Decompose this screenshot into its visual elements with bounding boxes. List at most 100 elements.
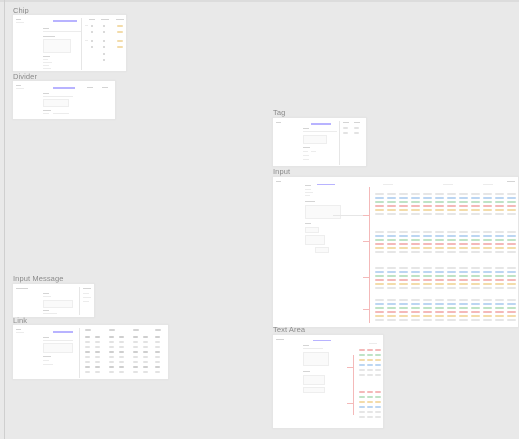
input-variant-cell <box>459 235 468 237</box>
text-area-section-label <box>303 345 309 346</box>
input-variant-cell <box>435 201 444 203</box>
input-variant-cell <box>483 267 492 269</box>
link-variant-cell <box>143 356 148 358</box>
input-variant-cell <box>507 299 516 301</box>
link-variant-cell <box>119 336 124 338</box>
text-area-variant-cell <box>367 406 373 408</box>
frame-chip[interactable] <box>12 14 127 72</box>
divider-desc-line <box>43 96 73 97</box>
input-variant-cell <box>483 275 492 277</box>
input-variant-cell <box>399 303 408 305</box>
input-prop-table <box>315 247 329 253</box>
input-variant-cell <box>447 267 456 269</box>
chip-prop-line <box>43 62 52 63</box>
divider-prop-line <box>53 113 69 114</box>
input-message-prop-label <box>43 310 49 311</box>
text-area-variant-cell <box>375 396 381 398</box>
chip-sample <box>117 46 123 48</box>
input-preview-box <box>305 205 341 219</box>
link-variant-cell <box>119 371 124 373</box>
input-variant-cell <box>483 201 492 203</box>
input-variant-cell <box>423 201 432 203</box>
input-variant-cell <box>399 311 408 313</box>
input-variant-cell <box>423 231 432 233</box>
frame-tag[interactable] <box>272 117 367 167</box>
input-variant-cell <box>459 303 468 305</box>
link-variant-cell <box>109 356 114 358</box>
frame-input-message[interactable] <box>12 283 95 318</box>
tag-prop-label <box>303 147 310 148</box>
input-variant-cell <box>471 275 480 277</box>
input-variant-cell <box>507 271 516 273</box>
input-variant-cell <box>387 299 396 301</box>
input-variant-cell <box>507 209 516 211</box>
link-desc-line <box>43 340 73 341</box>
input-variant-cell <box>495 315 504 317</box>
input-connector <box>333 215 363 216</box>
input-variant-cell <box>375 201 384 203</box>
frame-link[interactable] <box>12 324 169 380</box>
input-variant-cell <box>459 251 468 253</box>
input-variant-cell <box>387 279 396 281</box>
frame-label-tag[interactable]: Tag <box>273 108 285 117</box>
input-variant-cell <box>483 287 492 289</box>
input-message-prop-line <box>43 313 57 314</box>
text-area-variant-cell <box>359 401 365 403</box>
text-area-variant-cell <box>367 396 373 398</box>
input-variant-cell <box>459 205 468 207</box>
input-variant-cell <box>375 271 384 273</box>
input-variant-cell <box>507 213 516 215</box>
input-variant-cell <box>387 307 396 309</box>
input-variant-cell <box>459 315 468 317</box>
input-message-preview-box <box>43 300 73 308</box>
input-variant-cell <box>495 319 504 321</box>
input-variant-cell <box>435 287 444 289</box>
input-variant-cell <box>495 283 504 285</box>
chip-sample <box>103 46 105 48</box>
input-variant-cell <box>447 243 456 245</box>
frame-input[interactable] <box>272 176 519 328</box>
input-variant-cell <box>483 315 492 317</box>
link-variant-cell <box>85 346 90 348</box>
frame-text-area[interactable] <box>272 334 384 429</box>
input-variant-cell <box>507 251 516 253</box>
input-variant-cell <box>483 197 492 199</box>
input-variant-cell <box>375 251 384 253</box>
input-variant-cell <box>495 235 504 237</box>
input-variant-cell <box>435 197 444 199</box>
input-variant-cell <box>495 251 504 253</box>
input-variant-cell <box>483 243 492 245</box>
tag-sample <box>354 127 359 129</box>
input-variant-cell <box>435 315 444 317</box>
canvas-left-edge <box>4 0 5 439</box>
input-variant-cell <box>387 271 396 273</box>
input-variant-cell <box>447 209 456 211</box>
frame-label-text-area[interactable]: Text Area <box>273 325 305 334</box>
input-variant-cell <box>375 315 384 317</box>
chip-sample <box>103 59 105 61</box>
input-variant-cell <box>495 201 504 203</box>
chip-sample <box>103 25 105 27</box>
input-variant-cell <box>375 319 384 321</box>
text-area-variant-cell <box>375 354 381 356</box>
input-variant-cell <box>399 201 408 203</box>
input-variant-cell <box>471 209 480 211</box>
input-variant-cell <box>447 303 456 305</box>
input-variant-cell <box>447 205 456 207</box>
tag-prop-line <box>303 155 309 156</box>
input-variant-cell <box>387 311 396 313</box>
input-variant-cell <box>423 283 432 285</box>
input-variant-cell <box>459 287 468 289</box>
frame-label-input[interactable]: Input <box>273 167 290 176</box>
input-variant-cell <box>471 247 480 249</box>
input-variant-cell <box>411 239 420 241</box>
frame-label-input-message[interactable]: Input Message <box>13 274 64 283</box>
tag-section-label <box>303 128 309 129</box>
tag-title-bar <box>311 123 331 125</box>
input-variant-cell <box>399 247 408 249</box>
input-variant-cell <box>375 283 384 285</box>
input-variant-cell <box>375 231 384 233</box>
chip-sample <box>91 25 93 27</box>
canvas-top-edge <box>0 0 519 2</box>
frame-divider[interactable] <box>12 80 116 120</box>
